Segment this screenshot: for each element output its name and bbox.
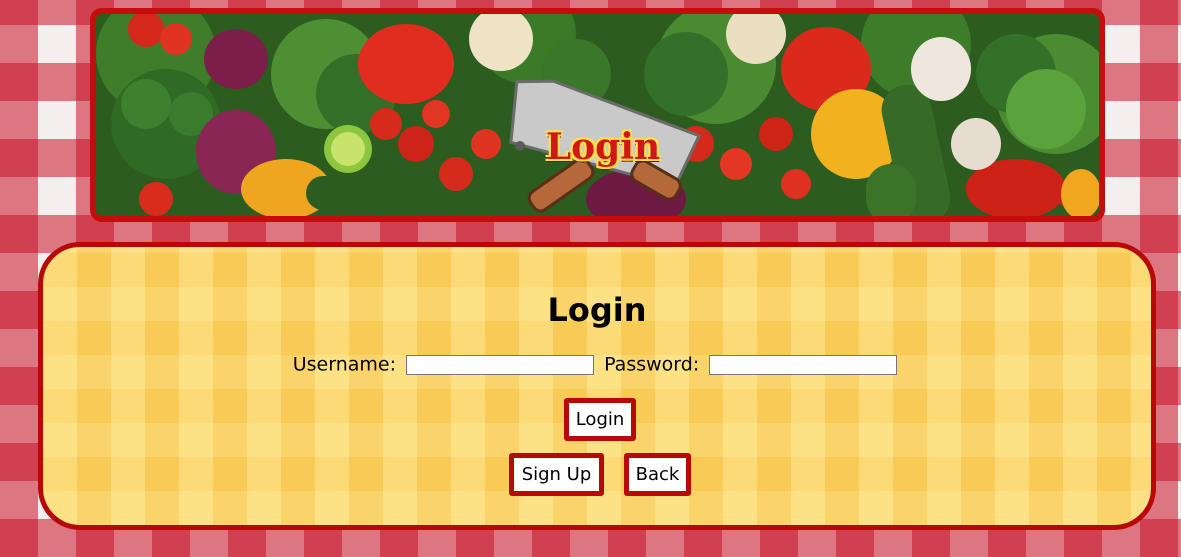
password-label: Password:: [604, 353, 700, 376]
login-button[interactable]: Login: [564, 398, 636, 441]
banner-logo-text: Login: [545, 126, 661, 168]
login-panel: Login Username: Password: Login Sign Up …: [38, 242, 1156, 530]
page-title: Login: [547, 291, 647, 329]
back-button[interactable]: Back: [624, 453, 691, 496]
username-input[interactable]: [406, 354, 595, 375]
banner-image: Login: [90, 8, 1105, 222]
username-label: Username:: [292, 353, 396, 376]
credentials-row: Username: Password:: [43, 353, 1151, 376]
sign-up-button[interactable]: Sign Up: [509, 453, 604, 496]
password-input[interactable]: [709, 354, 898, 375]
vegetables-banner-illustration: [96, 14, 1099, 216]
